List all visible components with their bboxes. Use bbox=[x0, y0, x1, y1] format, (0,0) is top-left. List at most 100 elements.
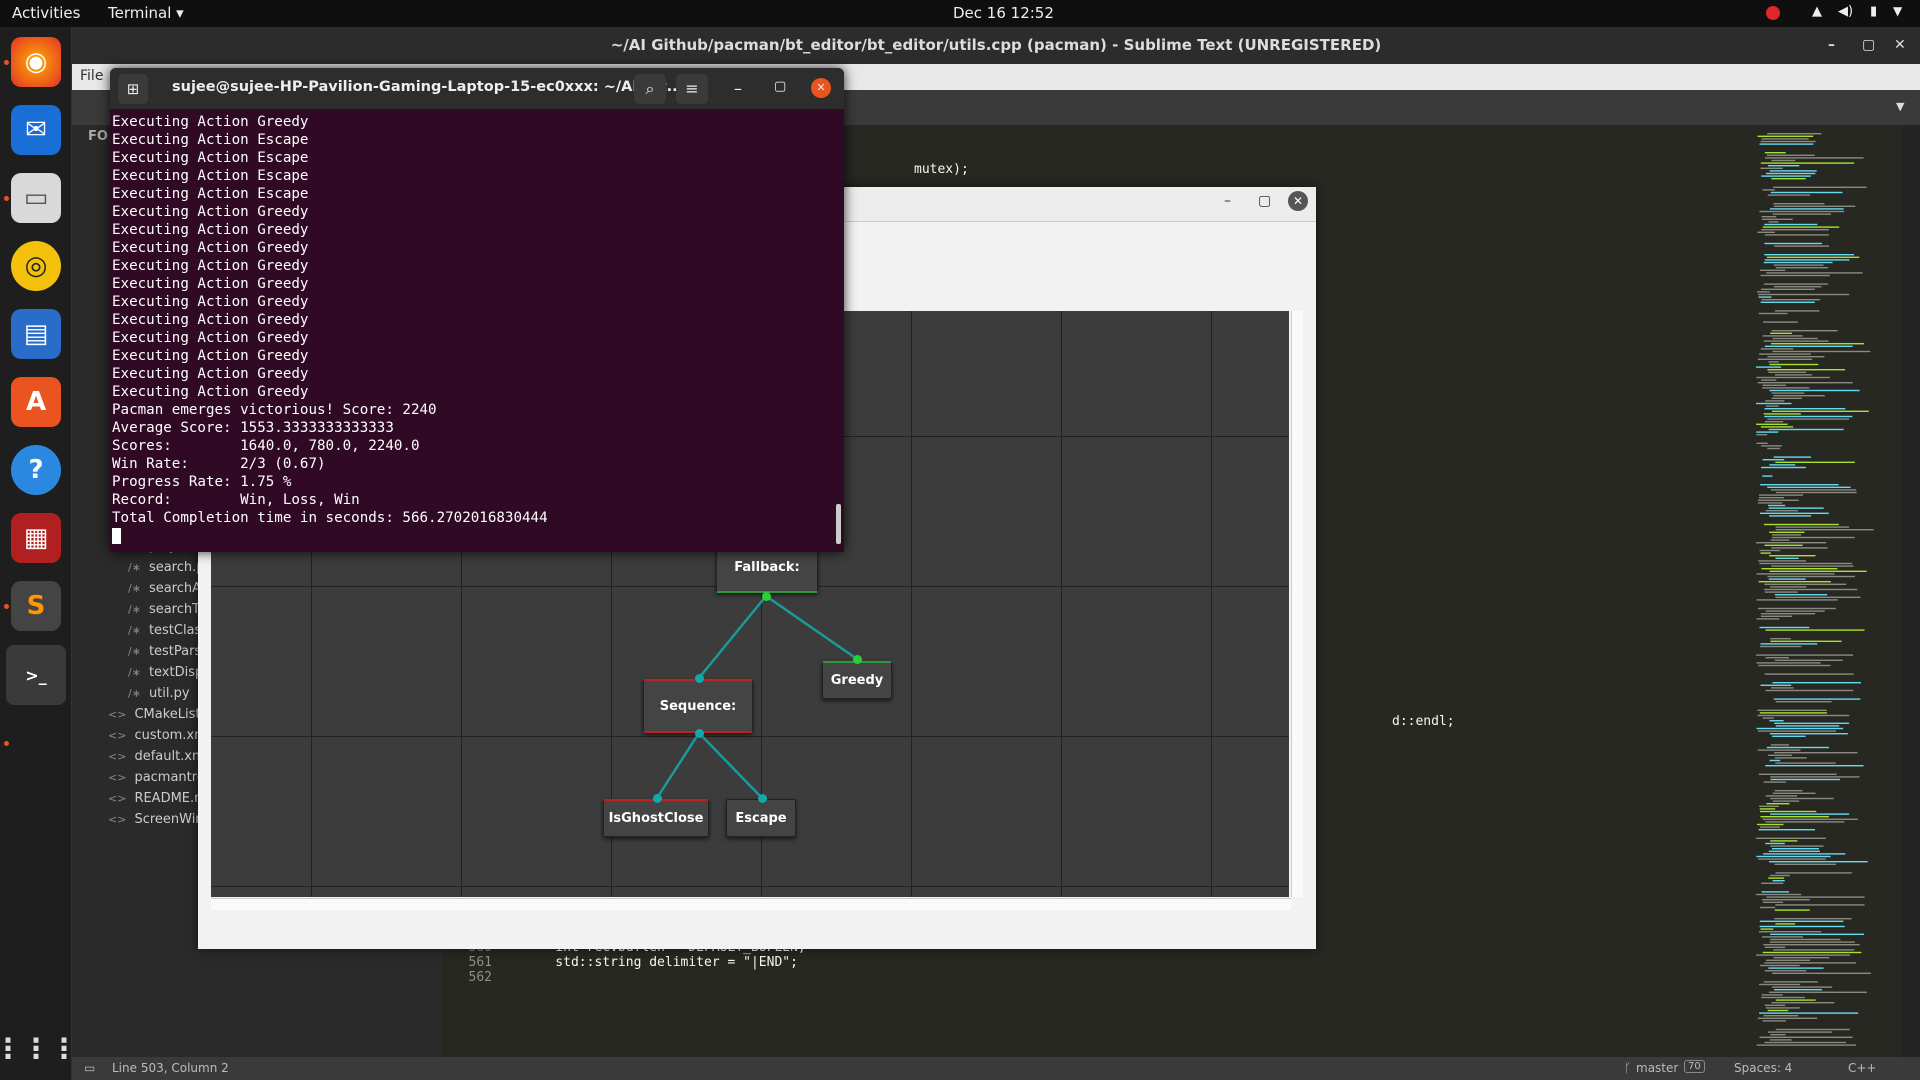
minimize-icon[interactable]: – bbox=[1828, 27, 1835, 64]
terminal-line: Executing Action Escape bbox=[112, 186, 309, 202]
minimap-line bbox=[1768, 850, 1820, 852]
minimap-line bbox=[1758, 494, 1804, 496]
terminal-scrollbar[interactable] bbox=[836, 504, 841, 544]
menu-file[interactable]: File bbox=[80, 68, 103, 84]
terminal-line: Win Rate: 2/3 (0.67) bbox=[112, 456, 326, 472]
search-icon[interactable]: ⌕ bbox=[634, 74, 666, 104]
git-branch[interactable]: master bbox=[1636, 1061, 1678, 1075]
port-sequence-out[interactable] bbox=[695, 729, 704, 738]
minimap-line bbox=[1766, 959, 1810, 961]
minimap-line bbox=[1772, 792, 1816, 794]
battery-icon[interactable]: ▮ bbox=[1870, 4, 1877, 19]
minimap-graphic bbox=[1756, 133, 1874, 1046]
sidebar-file-item[interactable]: /∗ testClass bbox=[128, 623, 208, 638]
minimap-line bbox=[1767, 369, 1845, 371]
tab-list-chevron-icon[interactable]: ▼ bbox=[1896, 100, 1904, 113]
sidebar-file-item[interactable]: /∗ util.py bbox=[128, 686, 190, 701]
minimap-line bbox=[1762, 951, 1862, 954]
close-icon[interactable]: ✕ bbox=[1288, 191, 1308, 211]
files-icon[interactable]: ▭ bbox=[11, 173, 61, 223]
indentation-setting[interactable]: Spaces: 4 bbox=[1734, 1061, 1792, 1075]
sidebar-file-item[interactable]: <> README.m bbox=[108, 791, 207, 806]
running-indicator bbox=[4, 196, 9, 201]
port-fallback-out[interactable] bbox=[762, 592, 771, 601]
node-greedy[interactable]: Greedy bbox=[822, 661, 892, 699]
system-menu-chevron-icon[interactable]: ▼ bbox=[1893, 4, 1902, 18]
sidebar-file-item[interactable]: <> default.xm bbox=[108, 749, 205, 764]
node-escape[interactable]: Escape bbox=[726, 799, 796, 837]
help-icon[interactable]: ? bbox=[11, 445, 61, 495]
apps-grid-icon[interactable]: ⋮⋮⋮ bbox=[0, 1023, 78, 1073]
thunderbird-icon[interactable]: ✉ bbox=[11, 105, 61, 155]
syntax-setting[interactable]: C++ bbox=[1848, 1061, 1877, 1075]
minimap-line bbox=[1767, 194, 1811, 196]
do-not-disturb-icon[interactable] bbox=[1766, 6, 1780, 20]
minimap-line bbox=[1772, 350, 1871, 353]
terminal-icon[interactable]: >_ bbox=[6, 645, 66, 705]
terminal-app-menu[interactable]: Terminal ▾ bbox=[108, 4, 184, 22]
close-icon[interactable]: ✕ bbox=[811, 78, 831, 98]
sidebar-file-label: search.p bbox=[148, 560, 205, 575]
minimap-line bbox=[1756, 402, 1792, 405]
clock[interactable]: Dec 16 12:52 bbox=[953, 4, 1054, 22]
maximize-icon[interactable]: ▢ bbox=[1258, 193, 1271, 209]
sidebar-file-item[interactable]: <> ScreenWin bbox=[108, 812, 204, 827]
port-isghostclose-in[interactable] bbox=[653, 794, 662, 803]
minimize-icon[interactable]: – bbox=[734, 79, 742, 98]
maximize-icon[interactable]: ▢ bbox=[774, 79, 786, 94]
activities-button[interactable]: Activities bbox=[12, 4, 80, 22]
minimap-line bbox=[1756, 893, 1802, 896]
minimize-icon[interactable]: – bbox=[1224, 193, 1231, 209]
minimap-line bbox=[1770, 1034, 1786, 1036]
minimap-line bbox=[1759, 983, 1801, 986]
close-icon[interactable]: ✕ bbox=[1894, 27, 1906, 64]
new-tab-icon[interactable]: ⊞ bbox=[118, 74, 148, 104]
sidebar-file-item[interactable]: /∗ textDispl bbox=[128, 665, 207, 680]
minimap-line bbox=[1771, 159, 1796, 162]
minimap-line bbox=[1773, 395, 1825, 397]
port-greedy-in[interactable] bbox=[853, 655, 862, 664]
minimap-line bbox=[1756, 376, 1830, 379]
maximize-icon[interactable]: ▢ bbox=[1862, 27, 1875, 64]
sublime-icon[interactable]: S bbox=[11, 581, 61, 631]
app-icon[interactable]: ▦ bbox=[11, 513, 61, 563]
terminal-title: sujee@sujee-HP-Pavilion-Gaming-Laptop-15… bbox=[172, 79, 684, 95]
writer-icon[interactable]: ▤ bbox=[11, 309, 61, 359]
panel-toggle-icon[interactable]: ▭ bbox=[84, 1061, 95, 1075]
terminal-line: Executing Action Greedy bbox=[112, 312, 309, 328]
vertical-scrollbar[interactable] bbox=[1291, 311, 1303, 897]
minimap-line bbox=[1760, 426, 1794, 428]
minimap-line bbox=[1757, 714, 1850, 717]
menu-icon[interactable]: ≡ bbox=[676, 74, 708, 104]
node-sequence[interactable]: Sequence: bbox=[643, 679, 753, 733]
sidebar-file-label: pacmantre bbox=[134, 770, 205, 785]
horizontal-scrollbar[interactable] bbox=[211, 898, 1291, 910]
volume-icon[interactable]: ◀) bbox=[1838, 4, 1853, 19]
terminal-output[interactable]: Executing Action Greedy Executing Action … bbox=[110, 109, 844, 552]
rhythmbox-icon[interactable]: ◎ bbox=[11, 241, 61, 291]
sidebar-file-item[interactable]: <> custom.xm bbox=[108, 728, 207, 743]
minimap-line bbox=[1772, 800, 1800, 802]
minimap-line bbox=[1762, 717, 1774, 719]
port-sequence-in[interactable] bbox=[695, 674, 704, 683]
minimap-line bbox=[1767, 754, 1792, 756]
minimap-line bbox=[1764, 946, 1786, 948]
software-icon[interactable]: A bbox=[11, 377, 61, 427]
sidebar-file-item[interactable]: /∗ search.p bbox=[128, 560, 205, 575]
minimap-line bbox=[1767, 447, 1780, 450]
sidebar-file-item[interactable]: <> CMakeLists bbox=[108, 707, 207, 722]
terminal-line: Executing Action Greedy bbox=[112, 240, 309, 256]
node-isghostclose[interactable]: IsGhostClose bbox=[603, 799, 709, 837]
minimap-line bbox=[1769, 941, 1855, 943]
sidebar-file-item[interactable]: <> pacmantre bbox=[108, 770, 205, 785]
wifi-icon[interactable]: ▲ bbox=[1812, 4, 1822, 19]
minimap[interactable] bbox=[1752, 125, 1902, 1057]
sidebar-file-item[interactable]: /∗ searchTe bbox=[128, 602, 206, 617]
minimap-line bbox=[1757, 709, 1827, 711]
port-escape-in[interactable] bbox=[758, 794, 767, 803]
firefox-icon[interactable]: ◉ bbox=[11, 37, 61, 87]
minimap-line bbox=[1763, 321, 1798, 323]
minimap-line bbox=[1768, 165, 1800, 167]
minimap-line bbox=[1771, 392, 1805, 394]
minimap-line bbox=[1761, 299, 1820, 301]
